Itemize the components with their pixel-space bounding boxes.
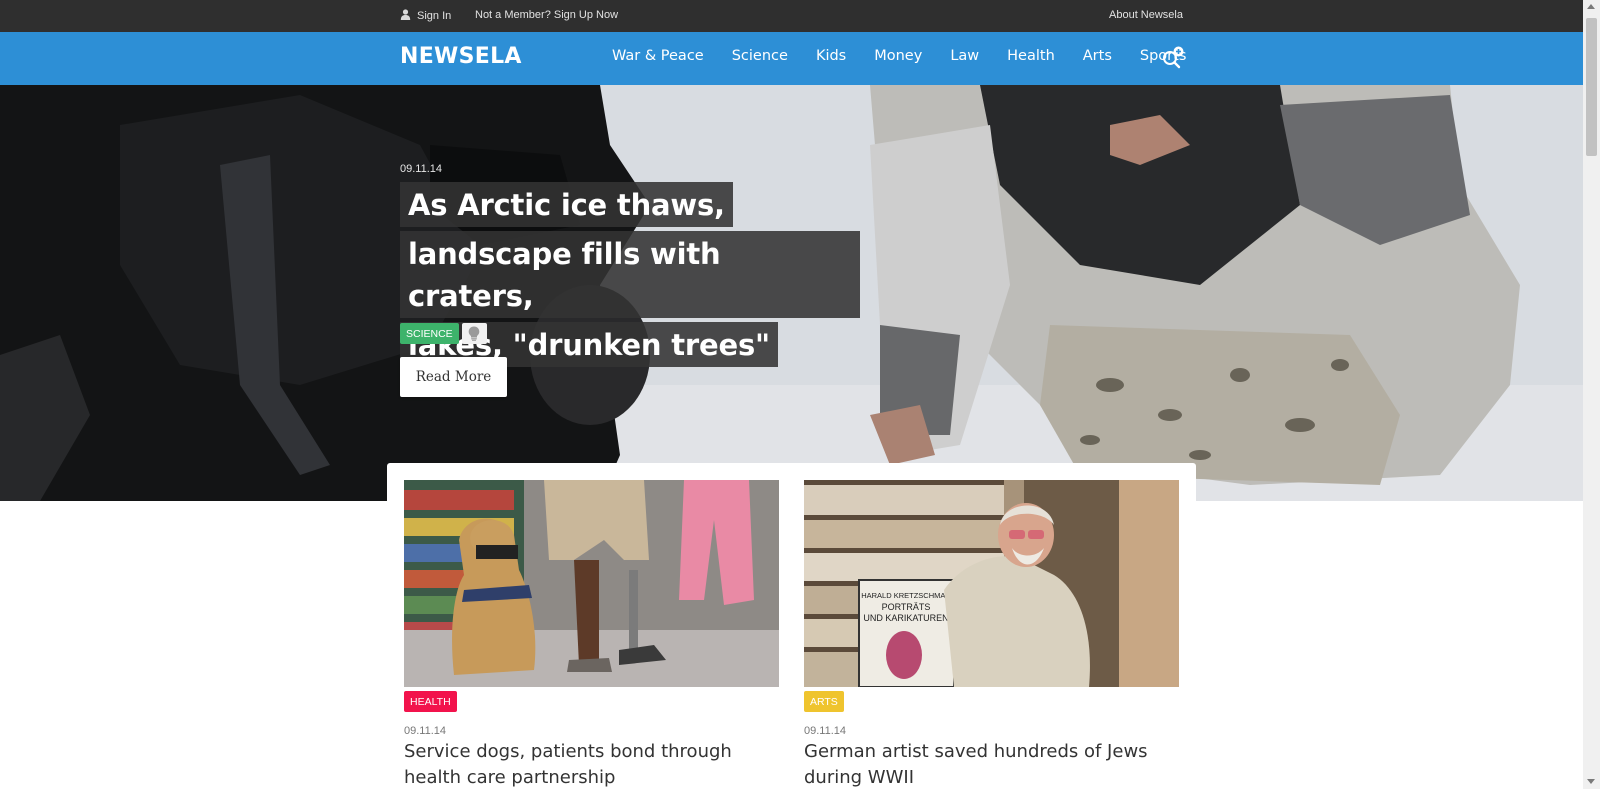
sign-in-link[interactable]: Sign In bbox=[400, 9, 451, 23]
user-icon bbox=[400, 9, 411, 23]
nav-item-science[interactable]: Science bbox=[732, 48, 788, 64]
nav-item-health[interactable]: Health bbox=[1007, 48, 1055, 64]
arts-tag[interactable]: ARTS bbox=[804, 691, 844, 712]
book-cover-title: PORTRÄTS bbox=[882, 602, 931, 612]
article-card[interactable]: HEALTH 09.11.14 Service dogs, patients b… bbox=[404, 480, 779, 788]
health-tag[interactable]: HEALTH bbox=[404, 691, 457, 712]
hero-headline-line: As Arctic ice thaws, bbox=[400, 182, 733, 227]
main-nav-bar: NEWSELA War & Peace Science Kids Money L… bbox=[0, 32, 1583, 85]
article-date: 09.11.14 bbox=[404, 725, 447, 737]
lightbulb-icon[interactable] bbox=[461, 323, 487, 344]
about-link[interactable]: About Newsela bbox=[1109, 9, 1183, 21]
logo[interactable]: NEWSELA bbox=[400, 44, 522, 69]
nav-item-arts[interactable]: Arts bbox=[1083, 48, 1112, 64]
category-nav: War & Peace Science Kids Money Law Healt… bbox=[612, 48, 1186, 64]
hero-headline-line: landscape fills with craters, bbox=[400, 231, 860, 318]
nav-item-war-peace[interactable]: War & Peace bbox=[612, 48, 704, 64]
read-more-button[interactable]: Read More bbox=[400, 357, 507, 397]
scrollbar-thumb[interactable] bbox=[1586, 18, 1597, 156]
nav-item-money[interactable]: Money bbox=[874, 48, 922, 64]
hero-date: 09.11.14 bbox=[400, 163, 443, 175]
sign-in-label: Sign In bbox=[417, 10, 452, 22]
article-title[interactable]: German artist saved hundreds of Jews dur… bbox=[804, 739, 1179, 789]
article-cards: HEALTH 09.11.14 Service dogs, patients b… bbox=[387, 463, 1196, 789]
article-date: 09.11.14 bbox=[804, 725, 847, 737]
book-cover-title: UND KARIKATUREN bbox=[863, 613, 948, 623]
artist-with-book-photo[interactable]: HARALD KRETZSCHMAR PORTRÄTS UND KARIKATU… bbox=[804, 480, 1179, 687]
hero-banner: 09.11.14 As Arctic ice thaws, landscape … bbox=[0, 85, 1583, 501]
hero-tags: SCIENCE bbox=[400, 323, 487, 344]
page: Sign In Not a Member? Sign Up Now About … bbox=[0, 0, 1583, 789]
nav-item-law[interactable]: Law bbox=[950, 48, 979, 64]
book-cover-title: HARALD KRETZSCHMAR bbox=[861, 591, 951, 600]
science-tag[interactable]: SCIENCE bbox=[400, 323, 459, 344]
sign-up-link[interactable]: Not a Member? Sign Up Now bbox=[475, 9, 618, 21]
nav-item-kids[interactable]: Kids bbox=[816, 48, 846, 64]
search-plus-icon[interactable] bbox=[1161, 46, 1185, 70]
scroll-up-arrow-icon[interactable] bbox=[1587, 4, 1595, 9]
article-card[interactable]: HARALD KRETZSCHMAR PORTRÄTS UND KARIKATU… bbox=[804, 480, 1179, 788]
service-dog-photo[interactable] bbox=[404, 480, 779, 687]
top-utility-bar: Sign In Not a Member? Sign Up Now About … bbox=[0, 0, 1583, 32]
article-title[interactable]: Service dogs, patients bond through heal… bbox=[404, 739, 779, 789]
scrollbar[interactable] bbox=[1583, 0, 1600, 789]
scroll-down-arrow-icon[interactable] bbox=[1587, 779, 1595, 784]
